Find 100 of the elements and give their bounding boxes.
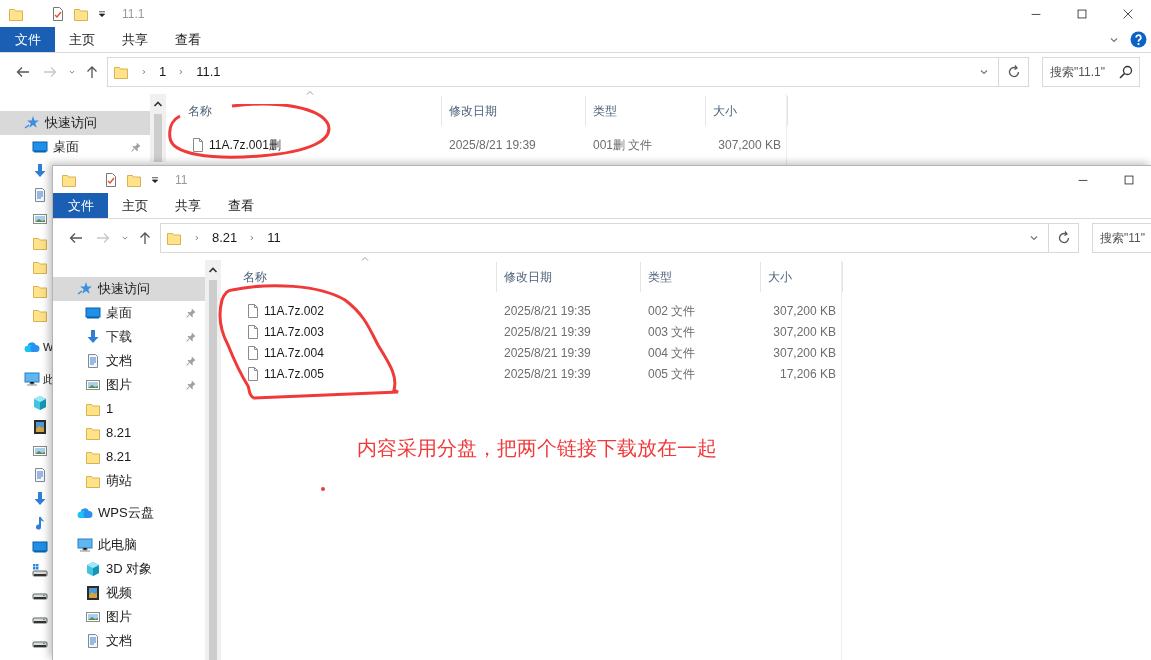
search-field[interactable]: 搜索"11.1" [1042,57,1140,87]
sidebar-item[interactable]: 此电脑 [53,533,205,557]
address-bar[interactable]: 1 11.1 [107,57,999,87]
file-icon [245,323,261,340]
file-icon [245,302,261,319]
picture-icon [85,377,101,393]
search-field[interactable]: 搜索"11" [1092,223,1151,253]
file-menu-tab[interactable]: 文件 [53,193,108,218]
file-name: 11A.7z.005 [264,365,324,383]
back-arrow-icon[interactable] [15,64,31,80]
column-header[interactable]: 大小 [761,262,843,292]
search-icon [1118,64,1134,80]
file-size: 307,200 KB [772,323,837,341]
pin-icon[interactable] [185,379,197,391]
sidebar-item[interactable]: 图片 [53,605,205,629]
ribbon-tab[interactable]: 查看 [215,193,267,218]
breadcrumb[interactable]: 11 [261,228,287,248]
ribbon-tab[interactable]: 查看 [162,27,214,52]
sidebar-item[interactable]: 桌面 [53,301,205,325]
download-icon [32,491,48,507]
sidebar-item[interactable]: 桌面 [0,135,150,159]
column-header[interactable]: 名称 [166,96,442,126]
sidebar-item[interactable]: 视频 [53,581,205,605]
modified-date: 2025/8/21 19:39 [503,323,592,341]
document-icon [85,633,101,649]
ribbon-tab[interactable]: 共享 [162,193,214,218]
folder-icon [32,283,48,299]
sidebar-item[interactable]: 图片 [53,373,205,397]
scrollbar-thumb[interactable] [209,280,217,660]
film-icon [85,585,101,601]
picture-icon [32,211,48,227]
scrollbar-thumb[interactable] [154,114,162,162]
pin-icon[interactable] [185,307,197,319]
sidebar-item[interactable]: 文档 [53,349,205,373]
sidebar-item[interactable]: 快速访问 [53,277,205,301]
file-row[interactable]: 11A.7z.004 2025/8/21 19:39 004 文件 307,200 KB [221,342,1151,363]
help-icon[interactable] [1130,31,1147,48]
ribbon-tab[interactable]: 主页 [56,27,108,52]
breadcrumb[interactable]: 11.1 [190,62,227,82]
maximize-icon[interactable] [1075,6,1089,21]
refresh-button[interactable] [1049,223,1079,253]
pin-icon[interactable] [185,331,197,343]
folder-icon [32,307,48,323]
film-icon [32,419,48,435]
folder-icon [85,473,101,489]
file-type: 005 文件 [647,365,697,383]
sidebar-item[interactable]: WPS云盘 [53,501,205,525]
pin-icon[interactable] [185,355,197,367]
breadcrumb[interactable]: 1 [153,62,173,82]
address-bar[interactable]: 8.21 11 [160,223,1049,253]
modified-date: 2025/8/21 19:39 [448,136,537,154]
monitor-icon [32,539,48,555]
download-icon [32,163,48,179]
computer-icon [24,371,40,387]
forward-arrow-icon[interactable] [42,64,58,80]
column-header[interactable]: 类型 [641,262,761,292]
cloud-icon [77,505,93,521]
file-icon [245,365,261,382]
scrollbar[interactable] [205,260,221,660]
file-size: 307,200 KB [772,344,837,362]
ribbon-tab[interactable]: 共享 [109,27,161,52]
pin-icon[interactable] [130,141,142,153]
column-header[interactable]: 名称 [221,262,497,292]
sidebar-item[interactable]: 1 [53,397,205,421]
ribbon-tab[interactable]: 主页 [109,193,161,218]
sidebar-item[interactable]: 下载 [53,325,205,349]
refresh-button[interactable] [999,57,1029,87]
file-size: 17,206 KB [778,365,837,383]
checklist-icon[interactable] [103,171,119,188]
forward-arrow-icon[interactable] [95,230,111,246]
file-menu-tab[interactable]: 文件 [0,27,55,52]
cloud-icon [24,339,40,355]
maximize-icon[interactable] [1122,172,1136,187]
file-size: 307,200 KB [772,302,837,320]
back-arrow-icon[interactable] [68,230,84,246]
sidebar-item[interactable]: 8.21 [53,421,205,445]
breadcrumb[interactable]: 8.21 [206,228,244,248]
folder-icon [166,230,182,246]
star-icon [77,281,93,297]
column-header[interactable]: 大小 [706,96,788,126]
column-header[interactable]: 类型 [586,96,706,126]
column-header[interactable]: 修改日期 [497,262,641,292]
scrollbar[interactable] [150,94,166,162]
sidebar-item[interactable]: 8.21 [53,445,205,469]
picture-icon [32,443,48,459]
sidebar-item[interactable]: 3D 对象 [53,557,205,581]
file-row[interactable]: 11A.7z.003 2025/8/21 19:39 003 文件 307,200 KB [221,321,1151,342]
file-row[interactable]: 11A.7z.001删 2025/8/21 19:39 001删 文件 307,200 KB [166,134,1151,155]
sidebar-item[interactable]: 文档 [53,629,205,653]
file-row[interactable]: 11A.7z.002 2025/8/21 19:35 002 文件 307,200 KB [221,300,1151,321]
column-header[interactable]: 修改日期 [442,96,586,126]
monitor-icon [32,139,48,155]
folder-icon [85,449,101,465]
file-type: 004 文件 [647,344,697,362]
dot-mark [321,487,325,491]
sidebar-item[interactable]: 萌站 [53,469,205,493]
checklist-icon[interactable] [50,5,66,22]
modified-date: 2025/8/21 19:35 [503,302,592,320]
file-row[interactable]: 11A.7z.005 2025/8/21 19:39 005 文件 17,206 KB [221,363,1151,384]
sidebar-item[interactable]: 快速访问 [0,111,150,135]
